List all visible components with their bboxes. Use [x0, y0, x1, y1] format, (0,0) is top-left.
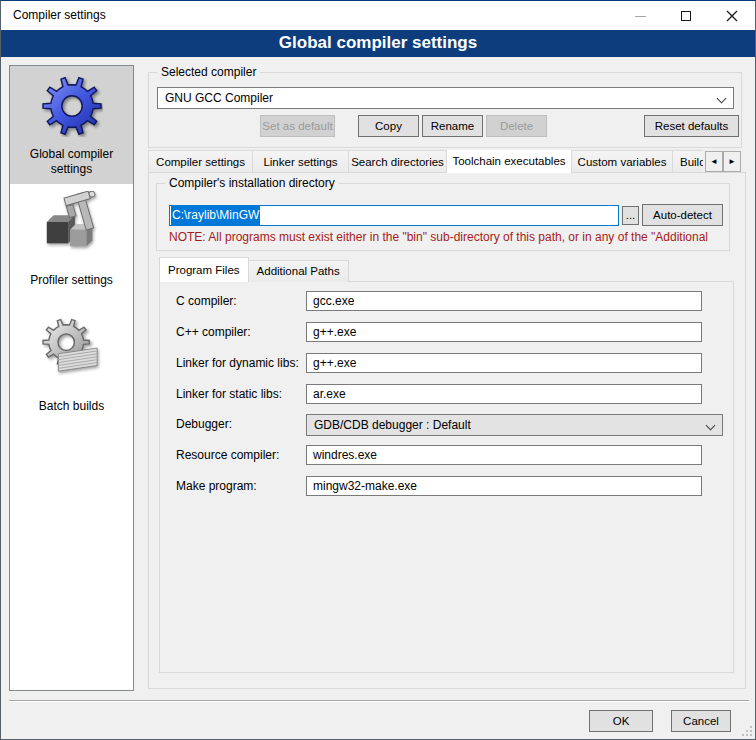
cpp-compiler-input[interactable]: g++.exe — [306, 322, 702, 342]
tab-toolchain-executables[interactable]: Toolchain executables — [446, 150, 572, 173]
tab-build-options[interactable]: Build options — [672, 150, 703, 173]
note-text: NOTE: All programs must exist either in … — [169, 230, 729, 245]
browse-directory-button[interactable]: ... — [622, 206, 639, 225]
sidebar-label-batch-builds[interactable]: Batch builds — [10, 399, 133, 414]
delete-button[interactable]: Delete — [486, 115, 547, 137]
resize-grip[interactable] — [742, 726, 752, 736]
set-as-default-button[interactable]: Set as default — [260, 115, 335, 137]
settings-tabs: Compiler settings Linker settings Search… — [148, 150, 703, 173]
linker-dynamic-input[interactable]: g++.exe — [306, 353, 702, 373]
installation-directory-group-label: Compiler's installation directory — [165, 175, 339, 191]
batch-builds-icon — [41, 317, 103, 379]
tab-additional-paths[interactable]: Additional Paths — [248, 260, 349, 282]
compiler-select[interactable]: GNU GCC Compiler — [157, 87, 734, 109]
debugger-label: Debugger: — [176, 417, 232, 431]
footer-separator — [9, 700, 749, 702]
tab-program-files[interactable]: Program Files — [159, 257, 249, 282]
maximize-icon — [681, 11, 691, 21]
compiler-settings-window: Compiler settings Global compiler settin… — [0, 0, 756, 740]
cpp-compiler-label: C++ compiler: — [176, 325, 251, 339]
paths-tabs: Program Files Additional Paths — [159, 260, 348, 282]
debugger-select[interactable]: GDB/CDB debugger : Default — [306, 414, 723, 436]
close-button[interactable] — [709, 1, 755, 30]
reset-defaults-button[interactable]: Reset defaults — [644, 115, 739, 137]
chevron-down-icon — [717, 94, 727, 104]
settings-category-list: Global compiler settings Profiler settin… — [9, 65, 134, 691]
ok-button[interactable]: OK — [589, 710, 653, 732]
titlebar: Compiler settings — [1, 1, 755, 30]
sidebar-label-profiler-settings[interactable]: Profiler settings — [10, 273, 133, 288]
tab-custom-variables[interactable]: Custom variables — [571, 150, 673, 173]
cancel-button[interactable]: Cancel — [671, 710, 731, 732]
copy-button[interactable]: Copy — [358, 115, 419, 137]
tab-compiler-settings[interactable]: Compiler settings — [148, 150, 253, 173]
linker-static-input[interactable]: ar.exe — [306, 384, 702, 404]
window-title: Compiler settings — [13, 1, 106, 30]
linker-dynamic-label: Linker for dynamic libs: — [176, 356, 299, 370]
maximize-button[interactable] — [663, 1, 709, 30]
tab-linker-settings[interactable]: Linker settings — [252, 150, 349, 173]
tab-scroll-left-button[interactable]: ◄ — [705, 151, 723, 172]
make-program-label: Make program: — [176, 479, 257, 493]
c-compiler-label: C compiler: — [176, 294, 237, 308]
selected-compiler-group-label: Selected compiler — [157, 64, 260, 80]
rename-button[interactable]: Rename — [422, 115, 483, 137]
profiler-settings-icon — [41, 191, 103, 253]
chevron-down-icon — [706, 421, 716, 431]
global-compiler-settings-icon — [41, 75, 103, 137]
close-icon — [726, 10, 738, 22]
auto-detect-button[interactable]: Auto-detect — [642, 204, 723, 226]
linker-static-label: Linker for static libs: — [176, 387, 282, 401]
tab-scroll-right-button[interactable]: ► — [723, 151, 741, 172]
tab-search-directories[interactable]: Search directories — [348, 150, 447, 173]
minimize-icon — [635, 16, 646, 17]
make-program-input[interactable]: mingw32-make.exe — [306, 476, 702, 496]
sidebar-label-global-compiler-settings[interactable]: Global compiler settings — [10, 147, 133, 177]
c-compiler-input[interactable]: gcc.exe — [306, 291, 702, 311]
installation-directory-input[interactable]: C:\raylib\MinGW — [169, 205, 619, 226]
resource-compiler-label: Resource compiler: — [176, 448, 279, 462]
resource-compiler-input[interactable]: windres.exe — [306, 445, 702, 465]
dialog-header: Global compiler settings — [1, 30, 755, 57]
minimize-button[interactable] — [617, 1, 663, 30]
